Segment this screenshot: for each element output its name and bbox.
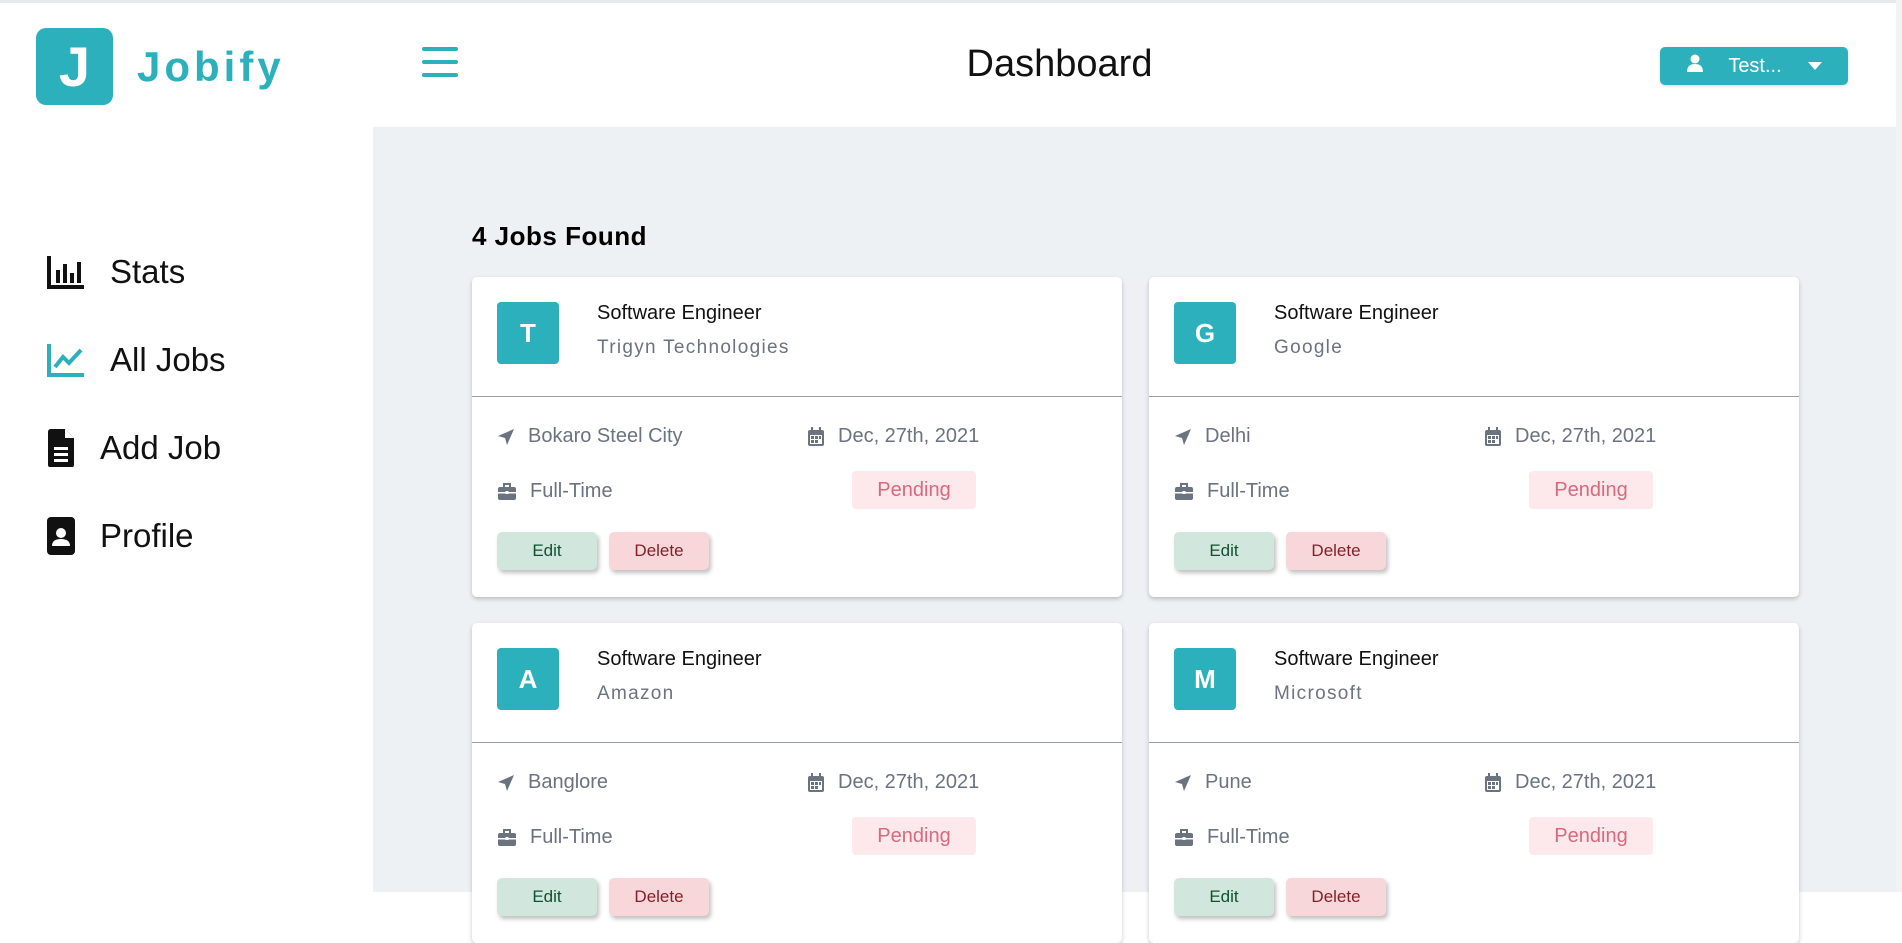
job-card: T Software Engineer Trigyn Technologies … — [472, 277, 1122, 597]
bar-chart-icon — [44, 250, 88, 294]
job-card-body: Banglore Dec, 27th, 2021 Full-Time Pendi… — [472, 743, 1122, 943]
calendar-icon — [1484, 426, 1504, 447]
jobs-grid: T Software Engineer Trigyn Technologies … — [472, 277, 1799, 943]
job-location-text: Bokaro Steel City — [528, 425, 683, 447]
caret-down-icon — [1807, 62, 1822, 70]
job-card-body: Bokaro Steel City Dec, 27th, 2021 Full-T… — [472, 397, 1122, 597]
job-location-text: Delhi — [1205, 425, 1251, 447]
company-avatar: G — [1174, 302, 1236, 364]
sidebar: J Jobify Stats All Jobs Add Job Profile — [0, 3, 373, 892]
job-company: Microsoft — [1274, 683, 1363, 704]
page-title: Dashboard — [966, 43, 1153, 85]
status-badge: Pending — [852, 471, 976, 509]
calendar-icon — [807, 426, 827, 447]
job-date: Dec, 27th, 2021 — [807, 771, 979, 794]
company-avatar: T — [497, 302, 559, 364]
job-position: Software Engineer — [597, 302, 762, 324]
job-location: Bokaro Steel City — [497, 425, 683, 448]
delete-button[interactable]: Delete — [609, 878, 709, 916]
job-type: Full-Time — [497, 480, 613, 503]
briefcase-icon — [1174, 482, 1194, 502]
edit-button[interactable]: Edit — [497, 878, 597, 916]
sidebar-item-stats[interactable]: Stats — [44, 228, 226, 316]
sidebar-item-label: Profile — [100, 517, 194, 554]
job-type-text: Full-Time — [530, 480, 613, 502]
job-type-text: Full-Time — [530, 826, 613, 848]
job-date-text: Dec, 27th, 2021 — [838, 771, 980, 793]
logo-mark: J — [36, 28, 113, 105]
job-date-text: Dec, 27th, 2021 — [1515, 425, 1657, 447]
job-location-text: Pune — [1205, 771, 1252, 793]
job-location-text: Banglore — [528, 771, 609, 793]
sidebar-nav: Stats All Jobs Add Job Profile — [44, 228, 226, 580]
company-avatar: M — [1174, 648, 1236, 710]
job-location: Delhi — [1174, 425, 1251, 448]
job-date: Dec, 27th, 2021 — [1484, 771, 1656, 794]
job-company: Google — [1274, 337, 1344, 358]
status-badge: Pending — [1529, 817, 1653, 855]
delete-button[interactable]: Delete — [1286, 878, 1386, 916]
line-chart-icon — [44, 338, 88, 382]
sidebar-item-profile[interactable]: Profile — [44, 492, 226, 580]
briefcase-icon — [1174, 828, 1194, 848]
edit-button[interactable]: Edit — [1174, 878, 1274, 916]
jobs-count-heading: 4 Jobs Found — [472, 221, 647, 251]
location-arrow-icon — [497, 773, 517, 793]
job-card: A Software Engineer Amazon Banglore Dec,… — [472, 623, 1122, 943]
id-card-icon — [44, 514, 78, 558]
job-card-header: T Software Engineer Trigyn Technologies — [472, 277, 1122, 397]
job-card-header: A Software Engineer Amazon — [472, 623, 1122, 743]
job-company: Trigyn Technologies — [597, 337, 790, 358]
briefcase-icon — [497, 828, 517, 848]
company-avatar: A — [497, 648, 559, 710]
job-date-text: Dec, 27th, 2021 — [1515, 771, 1657, 793]
job-type: Full-Time — [497, 826, 613, 849]
edit-button[interactable]: Edit — [1174, 532, 1274, 570]
scrollbar[interactable] — [1896, 0, 1902, 892]
job-position: Software Engineer — [597, 648, 762, 670]
job-card-header: M Software Engineer Microsoft — [1149, 623, 1799, 743]
user-icon — [1686, 54, 1704, 78]
job-card: G Software Engineer Google Delhi Dec, 27… — [1149, 277, 1799, 597]
location-arrow-icon — [1174, 773, 1194, 793]
job-type: Full-Time — [1174, 480, 1290, 503]
location-arrow-icon — [1174, 427, 1194, 447]
sidebar-item-all-jobs[interactable]: All Jobs — [44, 316, 226, 404]
edit-button[interactable]: Edit — [497, 532, 597, 570]
job-card-header: G Software Engineer Google — [1149, 277, 1799, 397]
job-position: Software Engineer — [1274, 302, 1439, 324]
user-menu-button[interactable]: Test... — [1660, 47, 1848, 85]
sidebar-item-label: Add Job — [100, 429, 222, 466]
job-date: Dec, 27th, 2021 — [1484, 425, 1656, 448]
delete-button[interactable]: Delete — [609, 532, 709, 570]
logo-text: Jobify — [137, 42, 285, 90]
job-position: Software Engineer — [1274, 648, 1439, 670]
document-icon — [44, 426, 78, 470]
job-date: Dec, 27th, 2021 — [807, 425, 979, 448]
job-company: Amazon — [597, 683, 675, 704]
logo[interactable]: J Jobify — [36, 28, 285, 105]
job-type-text: Full-Time — [1207, 480, 1290, 502]
calendar-icon — [807, 772, 827, 793]
briefcase-icon — [497, 482, 517, 502]
status-badge: Pending — [852, 817, 976, 855]
status-badge: Pending — [1529, 471, 1653, 509]
job-date-text: Dec, 27th, 2021 — [838, 425, 980, 447]
top-navbar: Dashboard Test... — [373, 3, 1896, 127]
job-type: Full-Time — [1174, 826, 1290, 849]
job-card: M Software Engineer Microsoft Pune Dec, … — [1149, 623, 1799, 943]
job-location: Pune — [1174, 771, 1252, 794]
sidebar-item-add-job[interactable]: Add Job — [44, 404, 226, 492]
job-card-body: Delhi Dec, 27th, 2021 Full-Time Pending … — [1149, 397, 1799, 597]
job-card-body: Pune Dec, 27th, 2021 Full-Time Pending E… — [1149, 743, 1799, 943]
delete-button[interactable]: Delete — [1286, 532, 1386, 570]
job-location: Banglore — [497, 771, 608, 794]
sidebar-item-label: Stats — [110, 253, 186, 290]
sidebar-item-label: All Jobs — [110, 341, 226, 378]
user-name: Test... — [1728, 54, 1782, 77]
location-arrow-icon — [497, 427, 517, 447]
job-type-text: Full-Time — [1207, 826, 1290, 848]
main-content: 4 Jobs Found T Software Engineer Trigyn … — [373, 127, 1896, 943]
calendar-icon — [1484, 772, 1504, 793]
